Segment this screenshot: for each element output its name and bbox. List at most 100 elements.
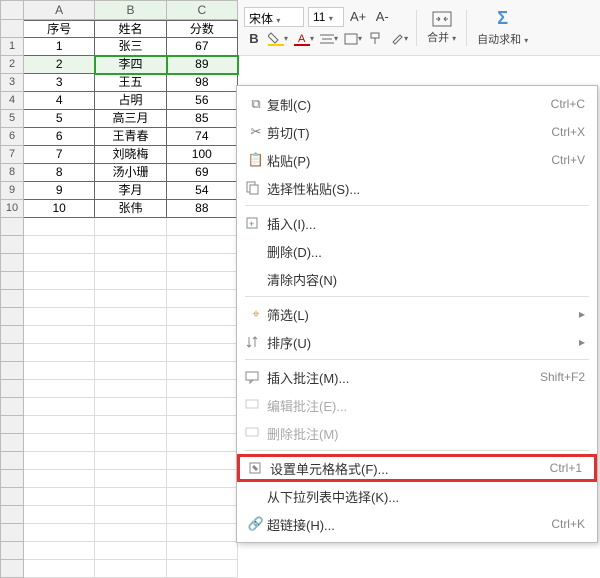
cell[interactable]	[95, 524, 166, 542]
row-header[interactable]	[0, 524, 24, 542]
row-header[interactable]	[0, 488, 24, 506]
cell[interactable]	[167, 380, 238, 398]
cell[interactable]: 王五	[95, 74, 166, 92]
row-header[interactable]	[0, 254, 24, 272]
row-header[interactable]: 6	[0, 128, 24, 146]
borders-button[interactable]: ▾	[342, 29, 364, 49]
row-header[interactable]	[0, 290, 24, 308]
cell[interactable]: 4	[24, 92, 95, 110]
cell[interactable]	[24, 290, 95, 308]
cell[interactable]: 李四	[95, 56, 166, 74]
menu-paste[interactable]: 📋 粘贴(P) Ctrl+V	[237, 146, 597, 174]
row-header[interactable]	[0, 344, 24, 362]
cell[interactable]: 张三	[95, 38, 166, 56]
menu-delete[interactable]: 删除(D)...	[237, 237, 597, 265]
cell[interactable]	[24, 560, 95, 578]
cell[interactable]	[167, 362, 238, 380]
row-header[interactable]: 4	[0, 92, 24, 110]
cell[interactable]: 汤小珊	[95, 164, 166, 182]
cell[interactable]	[95, 218, 166, 236]
cell[interactable]: 89	[167, 56, 238, 74]
menu-clear[interactable]: 清除内容(N)	[237, 265, 597, 293]
menu-cut[interactable]: ✂ 剪切(T) Ctrl+X	[237, 118, 597, 146]
cell[interactable]	[95, 470, 166, 488]
cell[interactable]	[167, 326, 238, 344]
row-header[interactable]: 3	[0, 74, 24, 92]
cell[interactable]	[24, 218, 95, 236]
cell[interactable]	[24, 344, 95, 362]
cell[interactable]	[24, 308, 95, 326]
cell[interactable]: 74	[167, 128, 238, 146]
cell[interactable]	[167, 416, 238, 434]
cell[interactable]: 占明	[95, 92, 166, 110]
autosum-button[interactable]: Σ 自动求和 ▾	[473, 6, 532, 49]
cell[interactable]	[167, 236, 238, 254]
cell[interactable]: 刘晓梅	[95, 146, 166, 164]
cell[interactable]	[95, 416, 166, 434]
row-header[interactable]	[0, 326, 24, 344]
cell[interactable]: 李月	[95, 182, 166, 200]
decrease-font-button[interactable]: A-	[372, 7, 392, 27]
cell[interactable]: 8	[24, 164, 95, 182]
cell[interactable]	[167, 524, 238, 542]
cell[interactable]	[24, 506, 95, 524]
row-header[interactable]	[0, 308, 24, 326]
row-header[interactable]	[0, 560, 24, 578]
cell[interactable]: 10	[24, 200, 95, 218]
row-header[interactable]	[0, 452, 24, 470]
row-header[interactable]	[0, 236, 24, 254]
col-header-c[interactable]: C	[167, 0, 238, 20]
cell[interactable]	[24, 524, 95, 542]
font-color-button[interactable]: A ▾	[292, 29, 316, 49]
cell[interactable]	[167, 290, 238, 308]
cell[interactable]	[95, 452, 166, 470]
cell[interactable]	[24, 452, 95, 470]
cell[interactable]	[95, 344, 166, 362]
cell[interactable]: 7	[24, 146, 95, 164]
cell[interactable]: 54	[167, 182, 238, 200]
cell[interactable]	[24, 236, 95, 254]
spreadsheet-grid[interactable]: A B C 序号姓名分数11张三6722李四8933王五9844占明5655高三…	[0, 0, 238, 578]
cell[interactable]	[24, 470, 95, 488]
menu-paste-special[interactable]: 选择性粘贴(S)...	[237, 174, 597, 202]
row-header[interactable]	[0, 416, 24, 434]
cell[interactable]	[95, 560, 166, 578]
cell[interactable]	[95, 290, 166, 308]
row-header[interactable]: 9	[0, 182, 24, 200]
cell[interactable]	[167, 542, 238, 560]
cell[interactable]: 100	[167, 146, 238, 164]
menu-sort[interactable]: 排序(U) ▸	[237, 328, 597, 356]
row-header[interactable]	[0, 20, 24, 38]
row-header[interactable]: 5	[0, 110, 24, 128]
cell[interactable]: 姓名	[95, 20, 166, 38]
cell[interactable]: 5	[24, 110, 95, 128]
cell[interactable]	[24, 398, 95, 416]
cell[interactable]	[95, 272, 166, 290]
cell[interactable]	[167, 452, 238, 470]
cell[interactable]	[95, 542, 166, 560]
row-header[interactable]	[0, 362, 24, 380]
cell[interactable]	[95, 488, 166, 506]
cell[interactable]	[24, 542, 95, 560]
row-header[interactable]	[0, 398, 24, 416]
row-header[interactable]	[0, 470, 24, 488]
cell[interactable]	[167, 506, 238, 524]
row-header[interactable]: 10	[0, 200, 24, 218]
cell[interactable]: 88	[167, 200, 238, 218]
clear-format-button[interactable]: ▾	[388, 29, 410, 49]
menu-pick-from-list[interactable]: 从下拉列表中选择(K)...	[237, 482, 597, 510]
cell[interactable]	[95, 398, 166, 416]
menu-format-cells[interactable]: 设置单元格格式(F)... Ctrl+1	[237, 454, 597, 482]
row-header[interactable]: 2	[0, 56, 24, 74]
select-all-corner[interactable]	[0, 0, 24, 20]
cell[interactable]	[95, 362, 166, 380]
row-header[interactable]: 8	[0, 164, 24, 182]
cell[interactable]	[167, 470, 238, 488]
cell[interactable]	[167, 560, 238, 578]
cell[interactable]: 67	[167, 38, 238, 56]
cell[interactable]	[95, 236, 166, 254]
row-header[interactable]	[0, 380, 24, 398]
bold-button[interactable]: B	[244, 29, 264, 49]
row-header[interactable]	[0, 542, 24, 560]
cell[interactable]	[95, 326, 166, 344]
